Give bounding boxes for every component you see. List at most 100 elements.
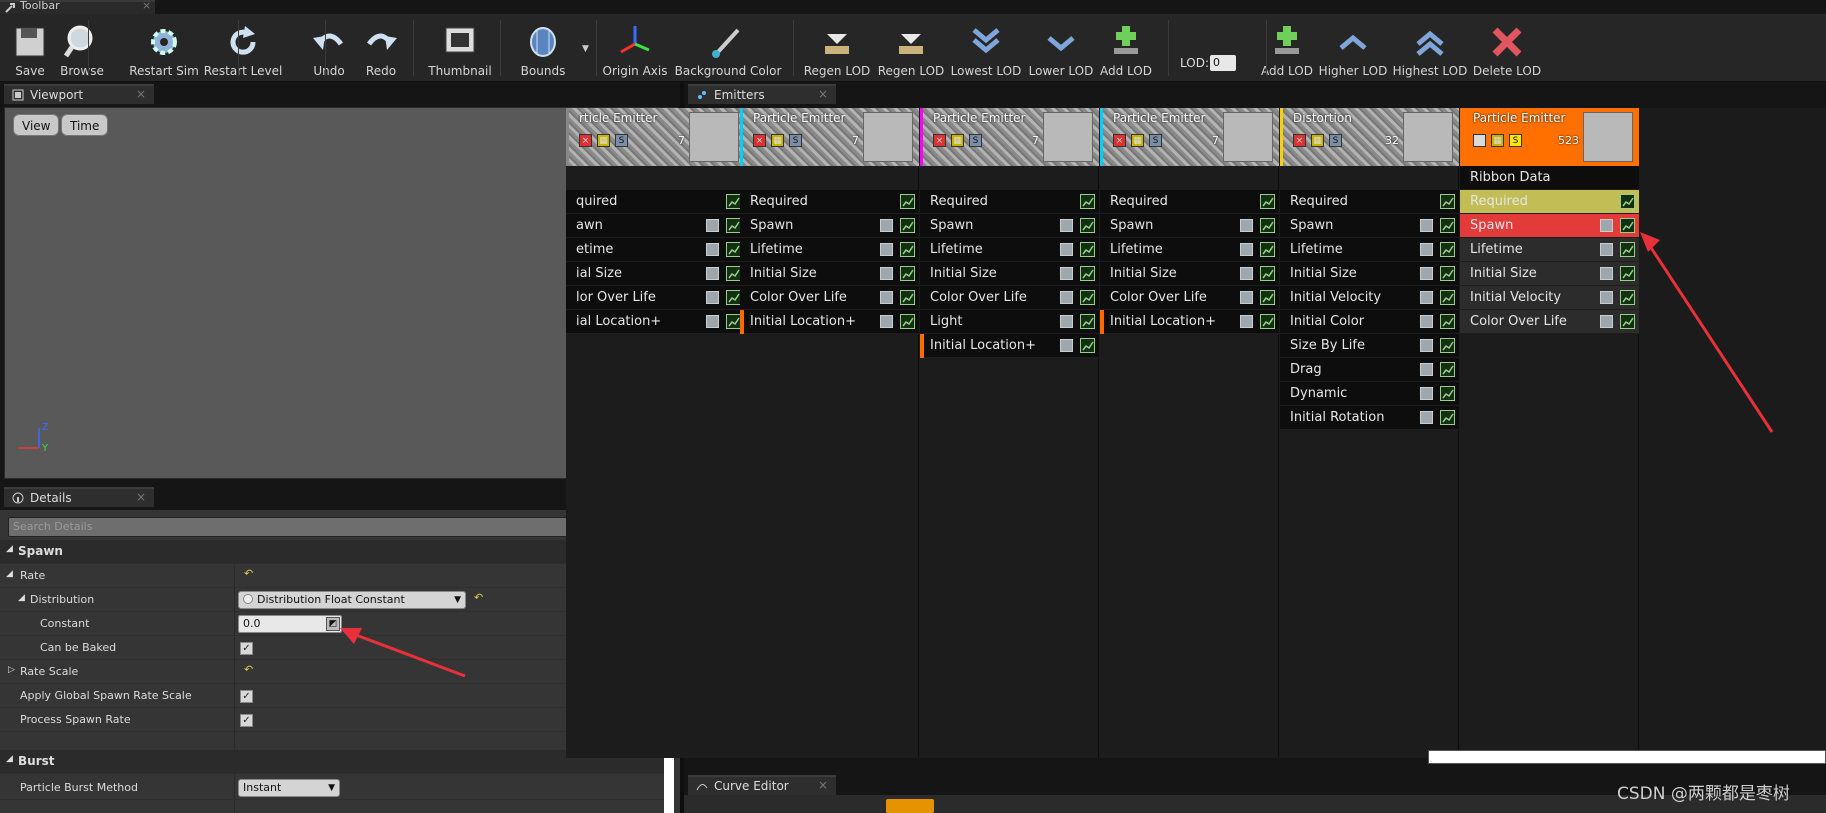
curve-graph-icon[interactable] xyxy=(1080,194,1095,209)
collapse-triangle-icon[interactable]: ◢ xyxy=(6,544,13,554)
reset-arrow-icon[interactable]: ↶ xyxy=(474,591,483,604)
emitter-column[interactable]: Particle Emitter × ▦ S 7 Required Spawn Lifetim… xyxy=(740,108,919,758)
toolbar-button-delete-lod[interactable]: Delete LOD xyxy=(1467,14,1547,82)
can-be-baked-checkbox[interactable]: ✓ xyxy=(240,642,253,655)
curve-graph-icon[interactable] xyxy=(1440,242,1455,257)
curve-graph-icon[interactable] xyxy=(1620,290,1635,305)
module-enable-checkbox[interactable] xyxy=(1420,363,1433,376)
module-enable-checkbox[interactable] xyxy=(1060,291,1073,304)
module-enable-checkbox[interactable] xyxy=(1600,315,1613,328)
curve-graph-icon[interactable] xyxy=(726,290,741,305)
emitter-module-row[interactable]: Dynamic xyxy=(1280,382,1459,406)
burst-method-dropdown[interactable]: Instant ▼ xyxy=(238,779,340,797)
emitter-module-row[interactable]: Lifetime xyxy=(740,238,919,262)
emitter-header[interactable]: Distortion × ▦ S 32 xyxy=(1280,108,1459,166)
emitter-module-row[interactable]: Initial Location+ xyxy=(1100,310,1279,334)
module-enable-checkbox[interactable] xyxy=(1240,243,1253,256)
emitter-module-row[interactable]: quired xyxy=(566,190,745,214)
curve-graph-icon[interactable] xyxy=(900,242,915,257)
emitter-module-row[interactable]: Initial Size xyxy=(740,262,919,286)
close-icon[interactable]: × xyxy=(818,87,828,101)
curve-graph-icon[interactable] xyxy=(900,314,915,329)
curve-graph-icon[interactable] xyxy=(900,194,915,209)
emitter-module-row[interactable]: Spawn xyxy=(1460,214,1639,238)
toolbar-button-regen-lod[interactable]: Regen LOD xyxy=(797,14,877,82)
collapse-triangle-icon[interactable]: ◢ xyxy=(18,593,25,603)
emitter-module-row[interactable]: Light xyxy=(920,310,1099,334)
emitter-enable-icon[interactable]: × xyxy=(1293,134,1306,147)
toolbar-button-higher-lod[interactable]: Higher LOD xyxy=(1313,14,1393,82)
module-enable-checkbox[interactable] xyxy=(880,219,893,232)
module-enable-checkbox[interactable] xyxy=(1420,315,1433,328)
module-enable-checkbox[interactable] xyxy=(1420,339,1433,352)
emitter-module-row[interactable]: Initial Velocity xyxy=(1280,286,1459,310)
curve-edit-icon[interactable]: ◩ xyxy=(326,617,340,631)
emitter-module-row[interactable]: etime xyxy=(566,238,745,262)
emitters-tab[interactable]: Emitters × xyxy=(688,84,836,104)
reset-arrow-icon[interactable]: ↶ xyxy=(244,663,253,676)
module-enable-checkbox[interactable] xyxy=(1420,243,1433,256)
collapse-triangle-icon[interactable]: ◢ xyxy=(6,754,13,764)
curve-graph-icon[interactable] xyxy=(1260,266,1275,281)
curve-graph-icon[interactable] xyxy=(1440,218,1455,233)
emitter-s-icon[interactable]: S xyxy=(969,134,982,147)
column-divider[interactable] xyxy=(234,540,235,813)
emitter-column[interactable]: Distortion × ▦ S 32 Required Spawn Lifetime Init… xyxy=(1280,108,1459,758)
curve-graph-icon[interactable] xyxy=(1620,314,1635,329)
emitter-module-row[interactable]: Spawn xyxy=(1280,214,1459,238)
toolbar-button-bounds[interactable]: Bounds xyxy=(503,14,583,82)
module-enable-checkbox[interactable] xyxy=(1240,291,1253,304)
emitter-header[interactable]: Particle Emitter × ▦ S 7 xyxy=(740,108,919,166)
emitter-module-row[interactable]: awn xyxy=(566,214,745,238)
module-enable-checkbox[interactable] xyxy=(1060,315,1073,328)
emitter-column[interactable]: rticle Emitter × ▦ S 7 quired awn etime ial Size… xyxy=(566,108,745,758)
module-enable-checkbox[interactable] xyxy=(1240,267,1253,280)
emitter-enable-icon[interactable]: ✓ xyxy=(1473,134,1486,147)
emitter-module-row[interactable]: Initial Size xyxy=(1100,262,1279,286)
category-spawn[interactable]: Spawn ◢ xyxy=(0,540,664,564)
curve-graph-icon[interactable] xyxy=(1620,218,1635,233)
ribbon-data-module[interactable]: Ribbon Data xyxy=(1460,166,1639,190)
emitter-module-row[interactable]: ial Location+ xyxy=(566,310,745,334)
module-enable-checkbox[interactable] xyxy=(1060,243,1073,256)
reset-arrow-icon[interactable]: ↶ xyxy=(244,567,253,580)
curve-graph-icon[interactable] xyxy=(1620,242,1635,257)
module-enable-checkbox[interactable] xyxy=(1240,315,1253,328)
expand-triangle-icon[interactable]: ▷ xyxy=(8,665,15,675)
module-enable-checkbox[interactable] xyxy=(1420,219,1433,232)
curve-graph-icon[interactable] xyxy=(1080,242,1095,257)
emitter-module-row[interactable]: Spawn xyxy=(740,214,919,238)
curve-graph-icon[interactable] xyxy=(726,266,741,281)
module-enable-checkbox[interactable] xyxy=(1600,291,1613,304)
curve-graph-icon[interactable] xyxy=(1260,218,1275,233)
emitter-solo-icon[interactable]: ▦ xyxy=(1131,134,1144,147)
curve-graph-icon[interactable] xyxy=(1260,290,1275,305)
curve-graph-icon[interactable] xyxy=(1080,338,1095,353)
curve-graph-icon[interactable] xyxy=(1620,266,1635,281)
curve-graph-icon[interactable] xyxy=(726,194,741,209)
toolbar-button-regen-lod[interactable]: Regen LOD xyxy=(871,14,951,82)
toolbar-button-origin-axis[interactable]: Origin Axis xyxy=(595,14,675,82)
curve-graph-icon[interactable] xyxy=(1440,386,1455,401)
distribution-dropdown[interactable]: Distribution Float Constant ▼ xyxy=(238,591,466,609)
curve-graph-icon[interactable] xyxy=(1260,242,1275,257)
emitter-module-row[interactable]: Initial Location+ xyxy=(740,310,919,334)
curve-graph-icon[interactable] xyxy=(1080,218,1095,233)
curve-graph-icon[interactable] xyxy=(1440,290,1455,305)
emitter-module-row[interactable]: Initial Rotation xyxy=(1280,406,1459,430)
emitter-s-icon[interactable]: S xyxy=(1149,134,1162,147)
emitter-module-row[interactable]: Color Over Life xyxy=(920,286,1099,310)
emitter-module-row[interactable]: Color Over Life xyxy=(740,286,919,310)
emitter-module-row[interactable]: ial Size xyxy=(566,262,745,286)
emitter-module-row[interactable]: Lifetime xyxy=(920,238,1099,262)
curve-graph-icon[interactable] xyxy=(900,218,915,233)
emitter-enable-icon[interactable]: × xyxy=(1113,134,1126,147)
emitter-header[interactable]: Particle Emitter × ▦ S 7 xyxy=(1100,108,1279,166)
curve-graph-icon[interactable] xyxy=(1260,314,1275,329)
toolbar-button-restart-sim[interactable]: Restart Sim xyxy=(124,14,204,82)
curve-graph-icon[interactable] xyxy=(1620,194,1635,209)
module-enable-checkbox[interactable] xyxy=(1420,387,1433,400)
lod-input[interactable]: 0 xyxy=(1210,55,1236,71)
emitter-module-row[interactable]: Required xyxy=(1280,190,1459,214)
curve-graph-icon[interactable] xyxy=(900,266,915,281)
